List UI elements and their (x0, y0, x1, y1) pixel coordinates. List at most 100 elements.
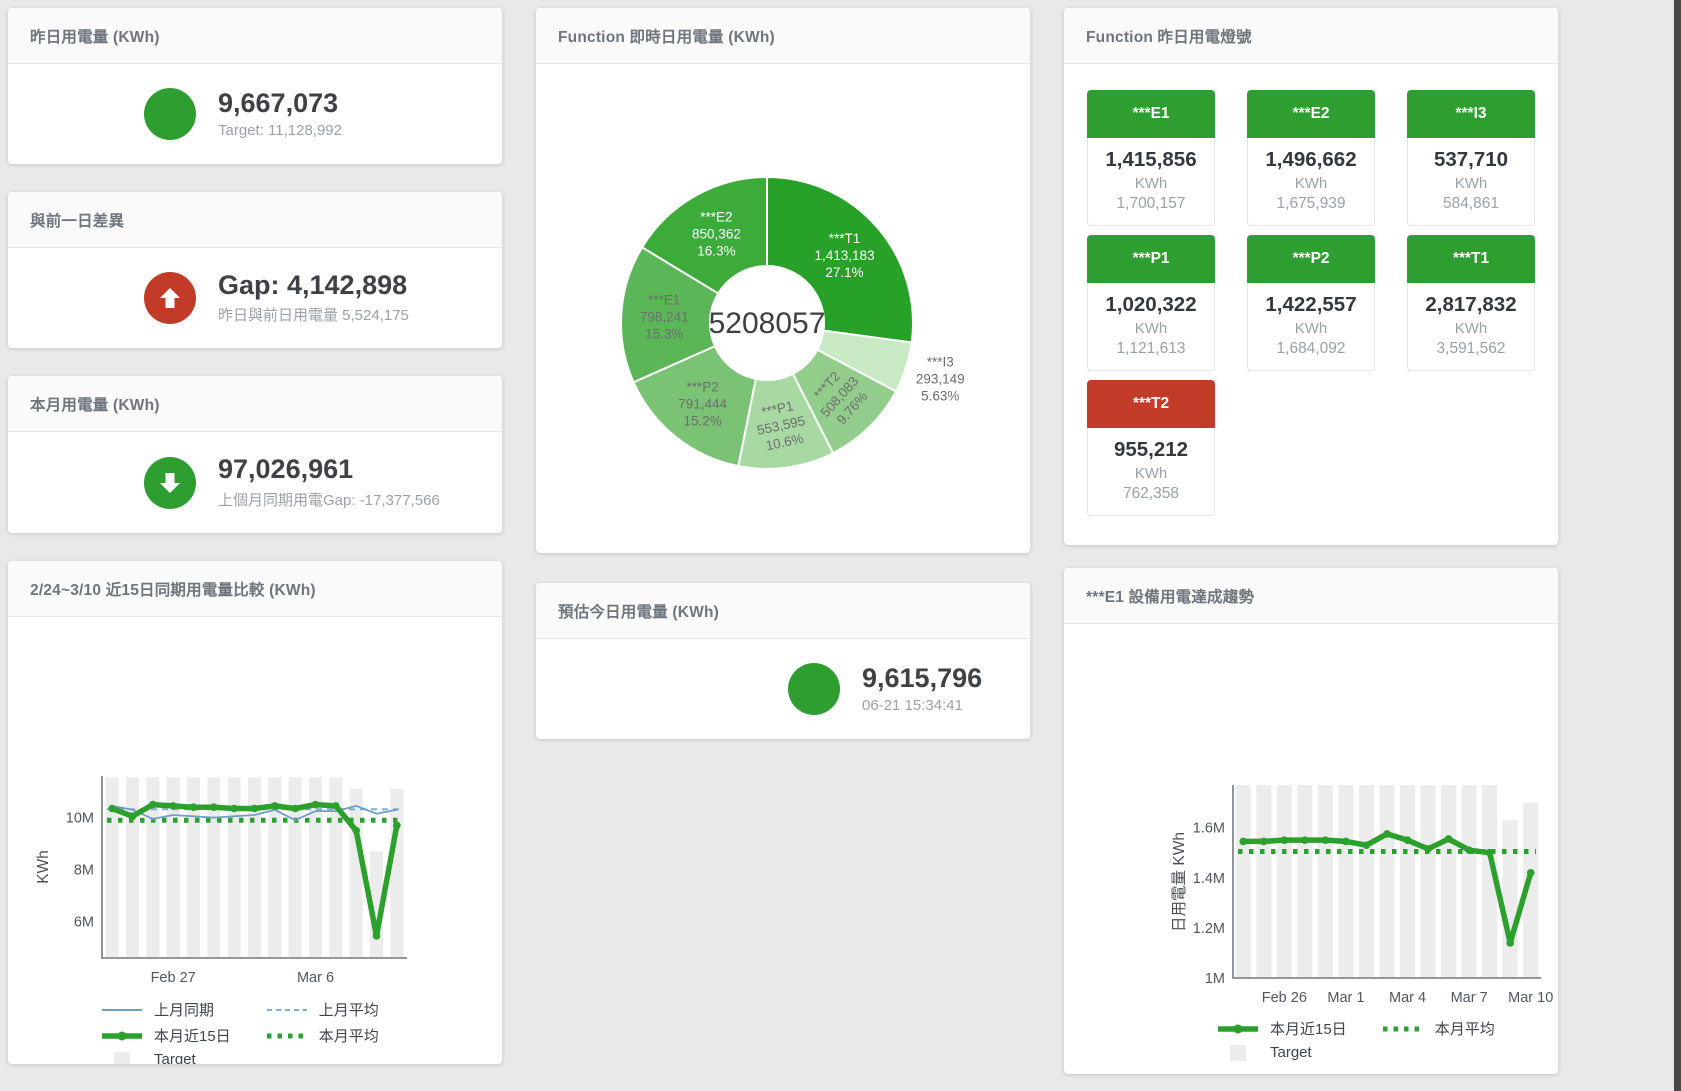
series-point (230, 805, 238, 813)
tile-body: 1,415,856KWh1,700,157 (1087, 138, 1215, 226)
series-point (1239, 838, 1247, 846)
series-point (1281, 836, 1289, 844)
legend-item[interactable]: Target (1216, 1044, 1347, 1061)
series-point (1424, 845, 1432, 853)
vertical-scrollbar[interactable] (1674, 0, 1681, 1091)
legend-item[interactable]: 上月平均 (265, 999, 379, 1020)
tile-header: ***I3 (1407, 90, 1535, 138)
y-tick-label: 1.2M (1193, 921, 1225, 937)
tile-body: 2,817,832KWh3,591,562 (1407, 283, 1535, 371)
tile-header: ***T2 (1087, 380, 1215, 428)
target-bar (1400, 785, 1415, 978)
card-header: 預估今日用電量 (KWh) (536, 583, 1030, 639)
tile-unit: KWh (1410, 320, 1532, 337)
legend-swatch-icon (100, 1028, 144, 1044)
tile-unit: KWh (1090, 465, 1212, 482)
target-bar (1236, 785, 1251, 978)
target-bar (1441, 785, 1456, 978)
tile-target-value: 1,121,613 (1090, 340, 1212, 358)
y-tick-label: 1.6M (1193, 821, 1225, 837)
legend-label: 本月平均 (1435, 1018, 1495, 1039)
stat-subtitle: 上個月同期用電Gap: -17,377,566 (218, 489, 440, 510)
tile-target-value: 1,684,092 (1250, 340, 1372, 358)
legend-item[interactable]: 本月平均 (1381, 1018, 1495, 1039)
target-bar (1503, 820, 1518, 978)
series-point (271, 802, 279, 810)
legend-swatch-icon (1216, 1021, 1260, 1037)
status-tile: ***P11,020,322KWh1,121,613 (1087, 235, 1215, 371)
tile-unit: KWh (1090, 175, 1212, 192)
target-bar (248, 777, 261, 958)
tile-value: 2,817,832 (1410, 293, 1532, 317)
card-day-gap: 與前一日差異 Gap: 4,142,898 昨日與前日用電量 5,524,175 (8, 192, 502, 348)
card-header: Function 即時日用電量 (KWh) (536, 8, 1030, 64)
donut-center-total: 5208057 (709, 307, 826, 340)
series-point (1506, 939, 1514, 947)
card-yesterday-usage: 昨日用電量 (KWh) 9,667,073 Target: 11,128,992 (8, 8, 502, 164)
legend-item[interactable]: 本月平均 (265, 1025, 379, 1046)
e1-trend-line-chart: 1M1.2M1.4M1.6MFeb 26Mar 1Mar 4Mar 7Mar 1… (1064, 624, 1558, 1014)
y-axis-label: 日用電量 KWh (1171, 832, 1188, 932)
target-bar (289, 777, 302, 958)
target-bar (350, 789, 363, 958)
series-point (129, 813, 137, 821)
target-bar (228, 777, 241, 958)
target-bar (1338, 785, 1353, 978)
arrow-down-icon (144, 457, 196, 509)
x-tick-label: Feb 26 (1262, 990, 1307, 1006)
arrow-up-icon (144, 272, 196, 324)
series-point (210, 803, 218, 811)
tile-target-value: 584,861 (1410, 195, 1532, 213)
chart-legend: 本月近15日 本月平均 Target (1216, 1018, 1558, 1061)
legend-label: 上月平均 (319, 999, 379, 1020)
x-tick-label: Feb 27 (151, 970, 196, 986)
target-bar (1462, 785, 1477, 978)
tile-unit: KWh (1410, 175, 1532, 192)
series-point (190, 803, 198, 811)
legend-swatch-icon (100, 1002, 144, 1018)
legend-label: 本月平均 (319, 1025, 379, 1046)
legend-label: 本月近15日 (1270, 1018, 1347, 1039)
target-bar (1318, 785, 1333, 978)
status-tile: ***T2955,212KWh762,358 (1087, 380, 1215, 516)
card-e1-trend-chart: ***E1 設備用電達成趨勢 1M1.2M1.4M1.6MFeb 26Mar 1… (1064, 568, 1558, 1074)
card-title: Function 即時日用電量 (KWh) (558, 25, 775, 47)
legend-item[interactable]: 本月近15日 (100, 1025, 231, 1046)
card-body: 97,026,961 上個月同期用電Gap: -17,377,566 (8, 432, 502, 533)
series-point (291, 805, 299, 813)
card-status-lights: Function 昨日用電燈號 ***E11,415,856KWh1,700,1… (1064, 8, 1558, 545)
card-header: ***E1 設備用電達成趨勢 (1064, 568, 1558, 624)
target-bar (1421, 785, 1436, 978)
target-bar (126, 777, 139, 958)
card-title: 本月用電量 (KWh) (30, 393, 160, 415)
series-point (108, 805, 116, 813)
status-tile: ***E21,496,662KWh1,675,939 (1247, 90, 1375, 226)
target-bar (1380, 785, 1395, 978)
card-month-usage: 本月用電量 (KWh) 97,026,961 上個月同期用電Gap: -17,3… (8, 376, 502, 533)
series-point (149, 801, 157, 809)
legend-label: 上月同期 (154, 999, 214, 1020)
target-bar (106, 777, 119, 958)
tile-header: ***P1 (1087, 235, 1215, 283)
legend-label: 本月近15日 (154, 1025, 231, 1046)
y-tick-label: 10M (66, 811, 94, 827)
legend-item[interactable]: 本月近15日 (1216, 1018, 1347, 1039)
card-today-estimate: 預估今日用電量 (KWh) 9,615,796 06-21 15:34:41 (536, 583, 1030, 739)
card-body: 9,615,796 06-21 15:34:41 (536, 639, 1030, 739)
legend-item[interactable]: 上月同期 (100, 999, 231, 1020)
card-header: 本月用電量 (KWh) (8, 376, 502, 432)
series-point (1322, 836, 1330, 844)
y-tick-label: 6M (74, 915, 94, 931)
tile-value: 955,212 (1090, 438, 1212, 462)
card-body: 9,667,073 Target: 11,128,992 (8, 64, 502, 164)
status-tile-grid: ***E11,415,856KWh1,700,157***E21,496,662… (1087, 90, 1535, 516)
card-title: ***E1 設備用電達成趨勢 (1086, 585, 1254, 607)
status-circle-icon (144, 88, 196, 140)
stat-subtitle: 昨日與前日用電量 5,524,175 (218, 304, 409, 325)
tile-body: 1,422,557KWh1,684,092 (1247, 283, 1375, 371)
tile-value: 1,020,322 (1090, 293, 1212, 317)
y-tick-label: 8M (74, 863, 94, 879)
legend-item[interactable]: Target (100, 1051, 231, 1064)
legend-swatch-icon (100, 1052, 144, 1065)
series-point (169, 802, 177, 810)
